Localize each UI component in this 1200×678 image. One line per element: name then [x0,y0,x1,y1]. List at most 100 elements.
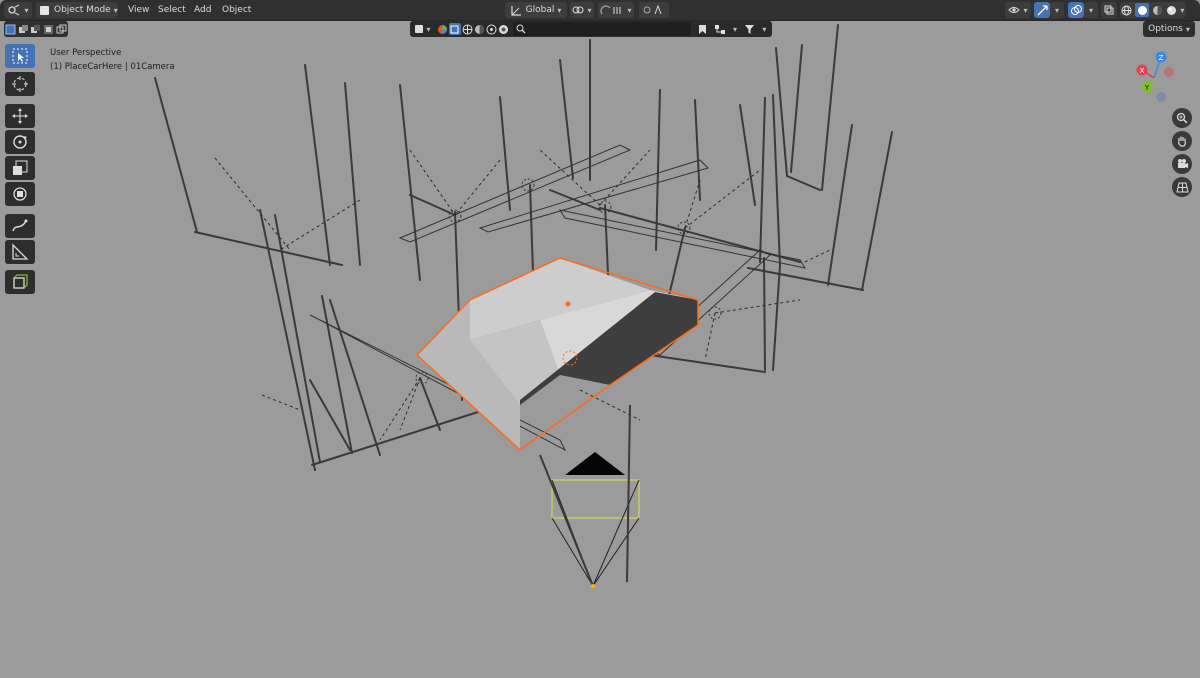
gizmo-toggle-icon [1037,4,1048,16]
select-subtract-icon[interactable] [30,24,41,35]
camera-view-button[interactable] [1172,154,1192,174]
gizmo-x-label: X [1140,67,1145,75]
blender-window: ▾ Object Mode ▾ View Select Add Object G… [0,0,1200,678]
search-input[interactable] [527,22,687,36]
chevron-down-icon: ▾ [627,5,632,15]
grid-perspective-icon [1175,181,1189,193]
snap-icon [600,4,624,16]
zoom-button[interactable] [1172,108,1192,128]
mesh-filter-icon[interactable] [448,23,461,35]
menu-select[interactable]: Select [154,2,190,18]
filter-icon[interactable] [744,24,755,35]
editor-type-button[interactable]: ▾ [4,2,32,18]
options-dropdown[interactable]: Options ▾ [1143,21,1195,37]
cursor-tool[interactable] [5,72,35,96]
xray-toggle[interactable] [1101,2,1117,18]
measure-tool[interactable] [5,240,35,264]
options-label: Options [1148,24,1183,34]
object-mode-label: Object Mode [54,5,111,15]
object-mode-dropdown[interactable]: Object Mode ▾ [36,2,118,18]
select-mode-buttons[interactable] [4,21,68,37]
overlay-dropdown[interactable]: ▾ [1084,2,1098,18]
filter-icons-group[interactable] [436,21,510,37]
pan-button[interactable] [1172,131,1192,151]
shading-switcher[interactable]: ▾ [1120,2,1186,18]
cursor-icon [11,75,29,93]
menu-view[interactable]: View [124,2,153,18]
chevron-down-icon: ▾ [24,5,29,15]
gizmo-z-label: Z [1159,54,1164,62]
transform-icon [11,185,29,203]
select-intersect-icon[interactable] [56,24,67,35]
object-info-label: (1) PlaceCarHere | 01Camera [50,62,175,72]
sphere-filter-icon[interactable] [462,24,473,35]
overlay-toggle[interactable] [1068,2,1084,18]
wireframe-shading-icon[interactable] [1121,5,1132,16]
select-extend-icon[interactable] [18,24,29,35]
proportional-edit-toggle[interactable] [639,2,669,18]
hierarchy-icon[interactable] [714,24,726,35]
menu-add[interactable]: Add [190,2,215,18]
annotate-tool[interactable] [5,214,35,238]
hand-pan-icon [1176,135,1188,147]
menu-object[interactable]: Object [218,2,255,18]
add-cube-icon [11,273,29,291]
measure-icon [11,243,29,261]
search-field[interactable] [512,21,692,37]
select-box-icon [12,48,28,64]
chevron-down-icon: ▾ [113,5,118,15]
transform-tool[interactable] [5,182,35,206]
snap-toggle[interactable]: ▾ [598,2,634,18]
rendered-shading-icon[interactable] [1166,5,1177,16]
rotate-tool[interactable] [5,130,35,154]
view-layer-filter-icon[interactable] [498,24,509,35]
chevron-down-icon: ▾ [762,24,767,34]
chevron-down-icon: ▾ [1054,5,1059,15]
select-new-icon[interactable] [5,24,16,35]
annotate-icon [11,217,29,235]
visibility-icon [1008,5,1021,15]
world-filter-icon[interactable] [486,24,497,35]
chevron-down-icon: ▾ [557,5,562,15]
orientation-label: Global [525,5,555,15]
viewport-header: ▾ Object Mode ▾ View Select Add Object G… [0,0,1200,21]
camera-view-icon [1176,158,1189,170]
perspective-toggle-button[interactable] [1172,177,1192,197]
3d-viewport[interactable] [0,0,1200,678]
add-cube-tool[interactable] [5,270,35,294]
select-box-tool[interactable] [5,44,35,68]
scale-icon [11,159,29,177]
view-name-label: User Perspective [50,48,122,58]
select-invert-icon[interactable] [43,24,54,35]
gizmo-dropdown[interactable]: ▾ [1050,2,1064,18]
overlay-icon [1070,4,1082,16]
chevron-down-icon: ▾ [1180,5,1185,15]
xray-icon [1104,5,1114,15]
material-filter-icon[interactable] [474,24,485,35]
visibility-dropdown[interactable]: ▾ [1005,2,1031,18]
material-shading-icon[interactable] [1152,5,1163,16]
pivot-icon [572,4,584,16]
chevron-down-icon: ▾ [1088,5,1093,15]
chevron-down-icon: ▾ [1023,5,1028,15]
orientation-dropdown[interactable]: Global ▾ [505,2,567,18]
color-wheel-icon[interactable] [437,24,448,35]
object-type-icon [415,25,424,33]
gizmo-toggle[interactable] [1034,2,1050,18]
object-mode-icon [40,5,49,15]
editor-type-icon [7,4,21,16]
solid-shading-icon[interactable] [1135,3,1150,17]
filter-tools-group[interactable]: ▾ ▾ [694,21,770,37]
viewport-info: User Perspective (1) PlaceCarHere | 01Ca… [50,46,175,74]
zoom-icon [1176,112,1188,124]
navigation-gizmo[interactable]: Z X Y [1134,48,1190,108]
global-orientation-icon [511,5,522,16]
pivot-point-dropdown[interactable]: ▾ [570,2,594,18]
editor-type-small-button[interactable]: ▾ [412,21,434,37]
search-icon [516,24,526,34]
scale-tool[interactable] [5,156,35,180]
chevron-down-icon: ▾ [732,24,737,34]
move-tool[interactable] [5,104,35,128]
bookmark-icon[interactable] [698,24,707,35]
chevron-down-icon: ▾ [587,5,592,15]
